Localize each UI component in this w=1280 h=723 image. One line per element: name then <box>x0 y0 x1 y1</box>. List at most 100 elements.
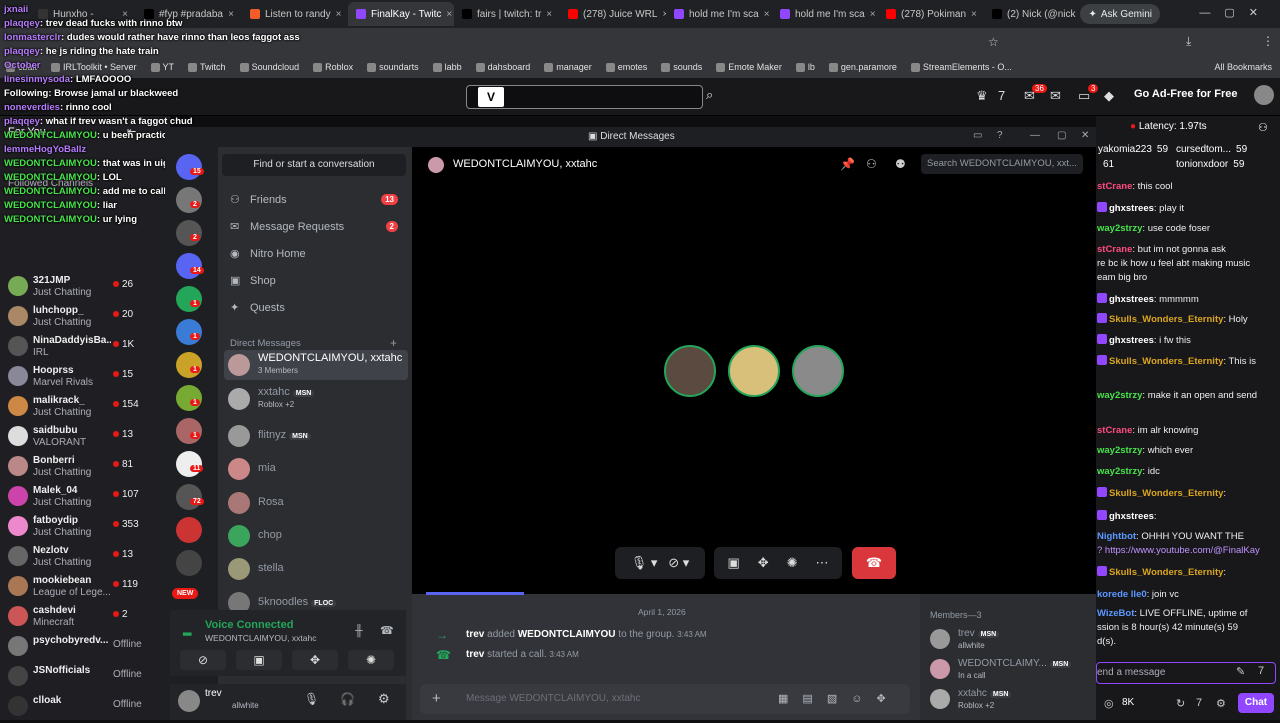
server-icon[interactable] <box>176 319 202 345</box>
activities-icon[interactable]: ✥ <box>758 555 769 571</box>
chat-username[interactable]: WizeBot <box>1097 608 1134 619</box>
server-icon[interactable] <box>176 451 202 477</box>
nav-message-requests[interactable]: ✉ Message Requests 2 <box>230 220 398 233</box>
apps-icon[interactable]: ✥ <box>876 693 899 705</box>
bookmark-item[interactable]: Soundcloud <box>239 62 299 72</box>
sidebar-channel[interactable]: Hooprss Marvel Rivals 15 <box>0 363 160 393</box>
sidebar-channel[interactable]: JSNofficials Offline <box>0 663 160 693</box>
composer-icons[interactable]: ▦▤▧☺✥ <box>778 692 900 705</box>
star-icon[interactable]: ☆ <box>988 35 999 49</box>
server-icon[interactable] <box>176 418 202 444</box>
menu-icon[interactable]: ⋮ <box>1262 34 1274 48</box>
sidebar-channel[interactable]: saidbubu VALORANT 13 <box>0 423 160 453</box>
voice-channel[interactable]: WEDONTCLAIMYOU, xxtahc <box>205 633 316 643</box>
screen-share-button[interactable]: ▣ <box>236 650 282 670</box>
chat-username[interactable]: korede lle0 <box>1097 589 1147 600</box>
ask-gemini-button[interactable]: ✦ Ask Gemini <box>1080 4 1160 24</box>
all-bookmarks[interactable]: All Bookmarks <box>1214 62 1280 72</box>
nav-nitro-home[interactable]: ◉ Nitro Home <box>230 247 398 261</box>
dm-item[interactable]: chop <box>224 521 408 551</box>
chat-username[interactable]: stCrane <box>1097 244 1132 255</box>
noise-icon[interactable]: ╫ <box>355 625 363 637</box>
avatar[interactable] <box>178 690 200 712</box>
browser-tab[interactable]: (278) Juice WRL × <box>560 2 666 26</box>
dm-item[interactable]: Rosa <box>224 488 408 518</box>
close-icon[interactable]: × <box>546 9 552 20</box>
chat-username[interactable]: stCrane <box>1097 425 1132 436</box>
sidebar-channel[interactable]: mookiebean League of Lege... 119 <box>0 573 160 603</box>
dm-item[interactable]: mia <box>224 454 408 484</box>
members-icon[interactable]: ⚉ <box>895 157 906 171</box>
settings-gear-icon[interactable]: ⚙ <box>1216 697 1226 710</box>
microphone-icon[interactable]: 🎙 ▾ <box>631 555 658 571</box>
chat-username[interactable]: Skulls_Wonders_Eternity <box>1109 567 1223 578</box>
server-icon[interactable] <box>176 187 202 213</box>
inbox-icon[interactable]: ▭ <box>973 130 982 141</box>
camera-off-button[interactable]: ⊘ <box>180 650 226 670</box>
sidebar-channel[interactable]: fatboydip Just Chatting 353 <box>0 513 160 543</box>
sidebar-channel[interactable]: NinaDaddyisBa... IRL 1K <box>0 333 160 363</box>
channel-points-icon[interactable]: ◎ <box>1104 697 1114 710</box>
crown-icon[interactable]: ♛ <box>976 88 988 104</box>
microphone-icon[interactable]: 🎙 <box>304 692 319 706</box>
find-conversation-input[interactable]: Find or start a conversation <box>222 154 406 176</box>
mic-video-controls[interactable]: 🎙 ▾ ⊘ ▾ <box>615 547 705 579</box>
more-icon[interactable]: ⋯ <box>816 555 829 571</box>
close-icon[interactable]: × <box>336 9 342 20</box>
activities-button[interactable]: ✥ <box>292 650 338 670</box>
bookmark-item[interactable]: IRLToolkit • Server <box>51 62 137 72</box>
bookmark-item[interactable]: Emote Maker <box>716 62 782 72</box>
chat-username[interactable]: way2strzy <box>1097 445 1142 456</box>
server-icon[interactable] <box>176 286 202 312</box>
sidebar-channel[interactable]: luhchopp_ Just Chatting 20 <box>0 303 160 333</box>
leave-call-button[interactable]: ☎ <box>852 547 896 579</box>
server-icon[interactable] <box>176 253 202 279</box>
sticker-icon[interactable]: ▧ <box>827 693 851 705</box>
disconnect-icon[interactable]: ☎ <box>380 624 394 637</box>
browser-tab[interactable]: (2) Nick (@nick× <box>984 2 1090 26</box>
chat-username[interactable]: Skulls_Wonders_Eternity <box>1109 356 1223 367</box>
chat-username[interactable]: Skulls_Wonders_Eternity <box>1109 314 1223 325</box>
server-icon[interactable] <box>176 220 202 246</box>
pin-icon[interactable]: 📌 <box>840 157 855 171</box>
bookmark-item[interactable]: dahsboard <box>475 62 530 72</box>
add-friends-icon[interactable]: ⚇ <box>866 157 877 171</box>
headphones-icon[interactable]: 🎧 <box>340 692 355 706</box>
close-icon[interactable]: × <box>228 9 234 20</box>
chat-send-button[interactable]: Chat <box>1238 693 1274 713</box>
soundboard-button[interactable]: ✺ <box>348 650 394 670</box>
sidebar-channel[interactable]: Malek_04 Just Chatting 107 <box>0 483 160 513</box>
download-icon[interactable]: ⤓ <box>1186 34 1191 49</box>
chat-username[interactable]: way2strzy <box>1097 466 1142 477</box>
browser-tab[interactable]: hold me I'm sca × <box>666 2 772 26</box>
sidebar-channel[interactable]: cashdevi Minecraft 2 <box>0 603 160 633</box>
server-icon[interactable] <box>176 385 202 411</box>
server-icon[interactable] <box>176 154 202 180</box>
bookmark-item[interactable]: lb <box>795 62 815 72</box>
close-icon[interactable]: × <box>971 9 977 20</box>
sidebar-channel[interactable]: Nezlotv Just Chatting 13 <box>0 543 160 573</box>
browser-tab[interactable]: hold me I'm sca × <box>772 2 878 26</box>
browser-tab[interactable]: Listen to randy × <box>242 2 348 26</box>
chat-username[interactable]: ghxstrees <box>1109 335 1154 346</box>
inbox-icon[interactable]: ✉ <box>1050 88 1061 104</box>
minimize-icon[interactable]: — <box>1030 130 1040 141</box>
screen-share-icon[interactable]: ▣ <box>727 555 739 571</box>
seventv-icon[interactable]: 7 <box>1196 697 1202 709</box>
search-icon[interactable]: ⌕ <box>706 87 724 107</box>
add-dm-icon[interactable]: + <box>390 336 397 350</box>
member-item[interactable]: WEDONTCLAIMY... MSN In a call <box>928 656 1088 684</box>
bookmark-item[interactable]: emotes <box>605 62 647 72</box>
bookmark-item[interactable]: manager <box>544 62 592 72</box>
browser-tab[interactable]: fairs | twitch: tr × <box>454 2 560 26</box>
seventv-icon[interactable]: 7 <box>1258 665 1264 677</box>
close-icon[interactable]: ✕ <box>1081 130 1089 141</box>
chat-username[interactable]: ghxstrees <box>1109 294 1154 305</box>
gift-icon[interactable]: ▦ <box>778 693 802 705</box>
chat-username[interactable]: ghxstrees <box>1109 511 1154 522</box>
call-actions[interactable]: ▣ ✥ ✺ ⋯ <box>714 547 842 579</box>
sidebar-channel[interactable]: malikrack_ Just Chatting 154 <box>0 393 160 423</box>
bookmark-item[interactable]: Roblox <box>313 62 353 72</box>
sidebar-channel[interactable]: Bonberri Just Chatting 81 <box>0 453 160 483</box>
twitch-logo-icon[interactable]: V <box>478 87 504 107</box>
